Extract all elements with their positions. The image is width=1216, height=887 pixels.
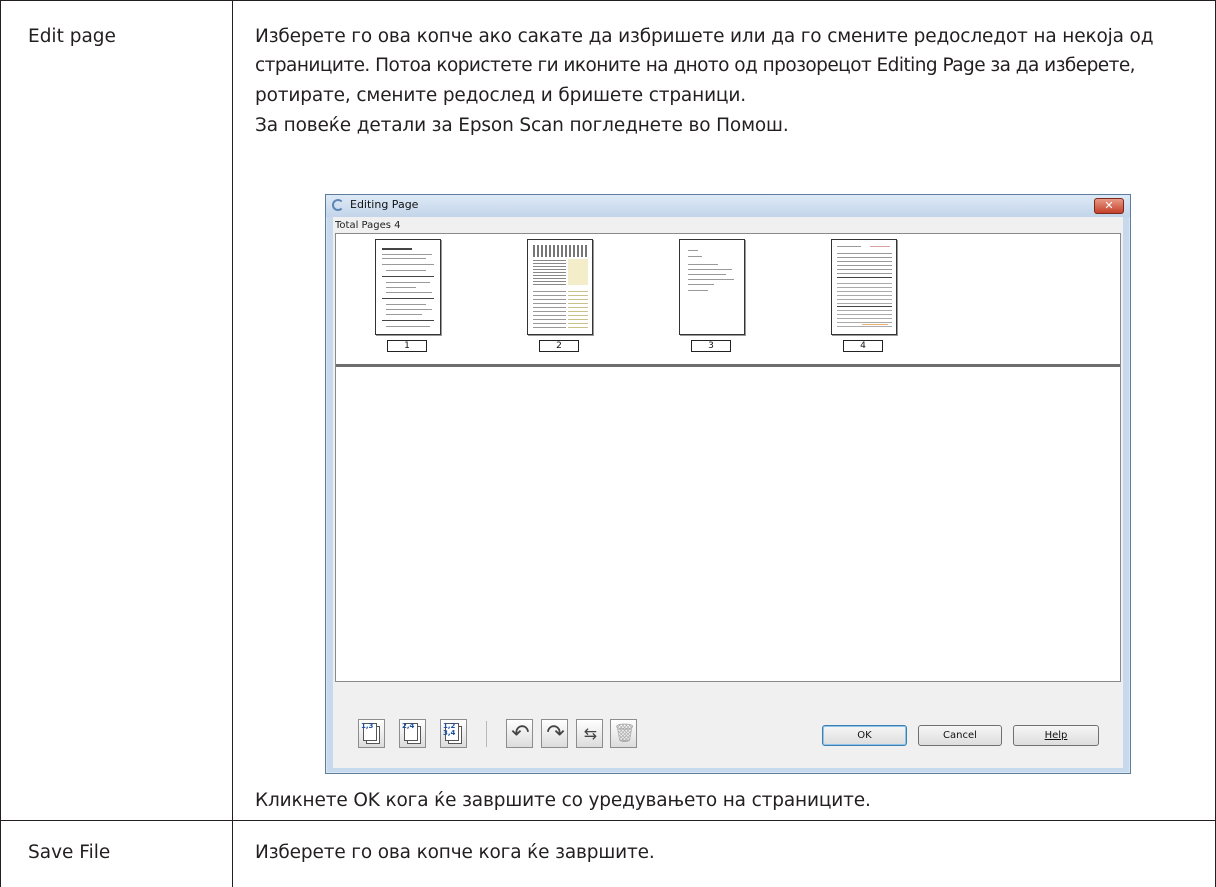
help-button[interactable]: Help [1013, 725, 1099, 746]
edit-page-description-line-4: За повеќе детали за Epson Scan погледнет… [255, 115, 789, 136]
page-number-label: 2 [539, 340, 579, 352]
save-file-description: Изберете го ова копче кога ќе завршите. [255, 842, 655, 863]
select-odd-pages-icon: 1,3 [361, 722, 374, 730]
page-thumbnail[interactable] [831, 239, 897, 335]
page-thumbnail-area[interactable]: 1 2 3 4 [335, 233, 1121, 682]
rotate-left-icon: ↶ [511, 721, 530, 746]
page-thumbnail[interactable] [679, 239, 745, 335]
reorder-pages-button[interactable]: ⇆ [576, 719, 603, 748]
table-row-divider [0, 820, 1216, 821]
table-border-top [0, 0, 1216, 1]
reorder-pages-icon: ⇆ [583, 724, 598, 743]
page-thumbnail[interactable] [375, 239, 441, 335]
edit-page-note: Кликнете OK кога ќе завршите со уредувањ… [255, 790, 871, 811]
panel-divider[interactable] [336, 364, 1120, 367]
delete-page-button[interactable]: 🗑 [610, 719, 637, 748]
dialog-toolbar: 1,3 2,4 1,2 3,4 ↶ ↷ ⇆ 🗑 OK Cancel Help [333, 683, 1123, 768]
help-button-label: Help [1044, 730, 1068, 741]
page-number-label: 3 [691, 340, 731, 352]
table-border-left [0, 0, 1, 887]
dialog-titlebar[interactable]: Editing Page ✕ [326, 195, 1130, 217]
row-label-save-file: Save File [28, 842, 111, 863]
rotate-right-button[interactable]: ↷ [541, 719, 568, 748]
dialog-title: Editing Page [350, 198, 419, 211]
delete-page-icon: 🗑 [613, 723, 636, 744]
select-odd-pages-button[interactable]: 1,3 [358, 719, 385, 748]
row-label-edit-page: Edit page [28, 26, 116, 47]
edit-page-description-line-1: Изберете го ова копче ако сакате да избр… [255, 26, 1154, 47]
select-even-pages-icon: 2,4 [402, 722, 415, 730]
page-number-label: 4 [843, 340, 883, 352]
rotate-left-button[interactable]: ↶ [506, 719, 533, 748]
edit-page-description-line-3: ротирате, смените редослед и бришете стр… [255, 85, 746, 106]
rotate-right-icon: ↷ [546, 721, 565, 746]
dialog-body: Total Pages 4 1 2 3 4 1,3 2,4 1,2 3,4 ↶ … [333, 217, 1123, 768]
table-column-divider [232, 0, 233, 887]
cancel-button[interactable]: Cancel [918, 725, 1002, 746]
epson-scan-icon [332, 199, 344, 211]
page-thumbnail[interactable] [527, 239, 593, 335]
close-button[interactable]: ✕ [1094, 198, 1124, 214]
total-pages-label: Total Pages 4 [335, 220, 401, 231]
select-all-pages-icon: 1,2 3,4 [443, 722, 456, 737]
toolbar-separator [486, 721, 487, 747]
select-even-pages-button[interactable]: 2,4 [399, 719, 426, 748]
editing-page-dialog: Editing Page ✕ Total Pages 4 1 2 3 4 1,3… [325, 194, 1131, 774]
edit-page-description-line-2: страниците. Потоа користете ги иконите н… [255, 55, 1136, 76]
ok-button[interactable]: OK [822, 725, 907, 746]
page-number-label: 1 [387, 340, 427, 352]
select-all-pages-button[interactable]: 1,2 3,4 [440, 719, 467, 748]
